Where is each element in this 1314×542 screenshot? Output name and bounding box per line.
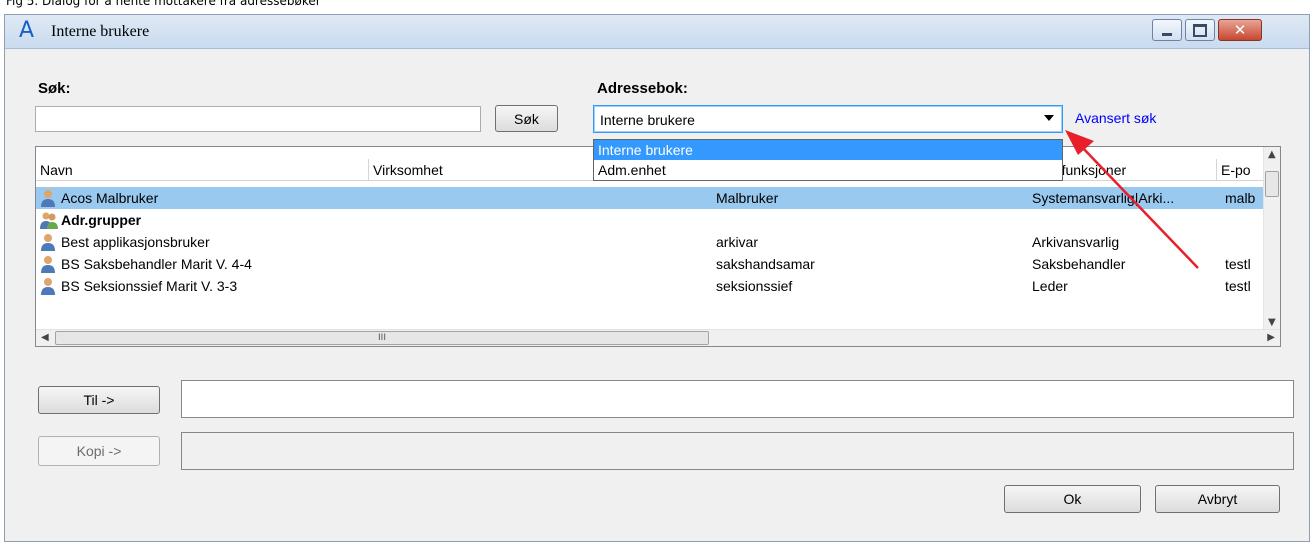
- user-icon: [41, 278, 55, 295]
- scroll-right-icon[interactable]: ▶: [1267, 332, 1275, 343]
- window-title: Interne brukere: [51, 23, 150, 40]
- row-name: BS Saksbehandler Marit V. 4-4: [61, 256, 252, 272]
- row-function: Arkivansvarlig: [1032, 234, 1120, 250]
- close-icon: ✕: [1233, 21, 1247, 39]
- row-function: Leder: [1032, 278, 1068, 294]
- document-caption: Fig 5. Dialog for å hente mottakere fra …: [6, 0, 321, 8]
- scroll-down-icon[interactable]: ▼: [1268, 317, 1276, 328]
- row-email: testl: [1225, 256, 1251, 272]
- user-icon: [41, 234, 55, 251]
- horizontal-scrollbar[interactable]: ◀ III ▶: [36, 329, 1280, 346]
- list-rows: Acos Malbruker Malbruker Systemansvarlig…: [36, 187, 1264, 297]
- search-label: Søk:: [38, 80, 71, 97]
- advanced-search-link[interactable]: Avansert søk: [1075, 110, 1156, 126]
- row-name: Acos Malbruker: [61, 190, 159, 206]
- app-icon: A: [19, 18, 35, 43]
- row-role: Malbruker: [716, 190, 779, 206]
- dropdown-option-adm-unit[interactable]: Adm.enhet: [594, 160, 1062, 180]
- table-row[interactable]: Best applikasjonsbruker arkivar Arkivans…: [36, 231, 1264, 253]
- user-icon: [41, 190, 55, 207]
- horizontal-scroll-thumb[interactable]: III: [55, 331, 709, 345]
- document-caption-strip: Fig 5. Dialog for å hente mottakere fra …: [0, 0, 1314, 14]
- copy-field[interactable]: [181, 432, 1294, 470]
- minimize-button[interactable]: [1152, 19, 1182, 41]
- row-function: Systemansvarlig|Arki...: [1032, 190, 1175, 206]
- chevron-down-icon[interactable]: [1044, 115, 1054, 121]
- row-name: BS Seksionssief Marit V. 3-3: [61, 278, 238, 294]
- dropdown-option-internal-users[interactable]: Interne brukere: [594, 140, 1062, 160]
- ok-button[interactable]: Ok: [1004, 485, 1141, 513]
- column-header-email[interactable]: E-po: [1217, 159, 1264, 181]
- row-email: testl: [1225, 278, 1251, 294]
- column-header-company[interactable]: Virksomhet: [369, 159, 599, 181]
- addressbook-selected-value: Interne brukere: [600, 112, 695, 128]
- maximize-icon: [1186, 20, 1214, 40]
- row-name: Best applikasjonsbruker: [61, 234, 210, 250]
- table-row[interactable]: BS Saksbehandler Marit V. 4-4 sakshandsa…: [36, 253, 1264, 275]
- to-button[interactable]: Til ->: [38, 386, 160, 414]
- row-name: Adr.grupper: [61, 212, 142, 228]
- row-role: sakshandsamar: [716, 256, 815, 272]
- scroll-left-icon[interactable]: ◀: [41, 332, 49, 343]
- table-row[interactable]: Acos Malbruker Malbruker Systemansvarlig…: [36, 187, 1264, 209]
- vertical-scrollbar[interactable]: ▲ ▼: [1263, 147, 1280, 330]
- copy-button[interactable]: Kopi ->: [38, 436, 160, 466]
- table-row[interactable]: BS Seksionssief Marit V. 3-3 seksionssie…: [36, 275, 1264, 297]
- addressbook-select[interactable]: Interne brukere: [593, 105, 1063, 133]
- close-button[interactable]: ✕: [1218, 19, 1262, 41]
- row-function: Saksbehandler: [1032, 256, 1126, 272]
- search-input[interactable]: [35, 106, 481, 132]
- cancel-button[interactable]: Avbryt: [1155, 485, 1280, 513]
- addressbook-dropdown: Interne brukere Adm.enhet: [593, 139, 1063, 181]
- user-icon: [41, 256, 55, 273]
- to-field[interactable]: [181, 380, 1294, 418]
- column-header-functions[interactable]: ngsfunksjoner: [1039, 159, 1217, 181]
- table-row[interactable]: Adr.grupper: [36, 209, 1264, 231]
- row-role: seksionssief: [716, 278, 793, 294]
- maximize-button[interactable]: [1185, 19, 1215, 41]
- scroll-up-icon[interactable]: ▲: [1268, 149, 1276, 160]
- column-header-name[interactable]: Navn: [36, 159, 369, 181]
- minimize-icon: [1153, 20, 1181, 40]
- vertical-scroll-thumb[interactable]: [1265, 171, 1279, 197]
- group-icon: [40, 212, 58, 229]
- row-role: arkivar: [716, 234, 759, 250]
- title-bar: A Interne brukere ✕: [5, 15, 1309, 49]
- addressbook-label: Adressebok:: [597, 80, 688, 97]
- row-email: malb: [1225, 190, 1256, 206]
- search-button[interactable]: Søk: [495, 105, 558, 132]
